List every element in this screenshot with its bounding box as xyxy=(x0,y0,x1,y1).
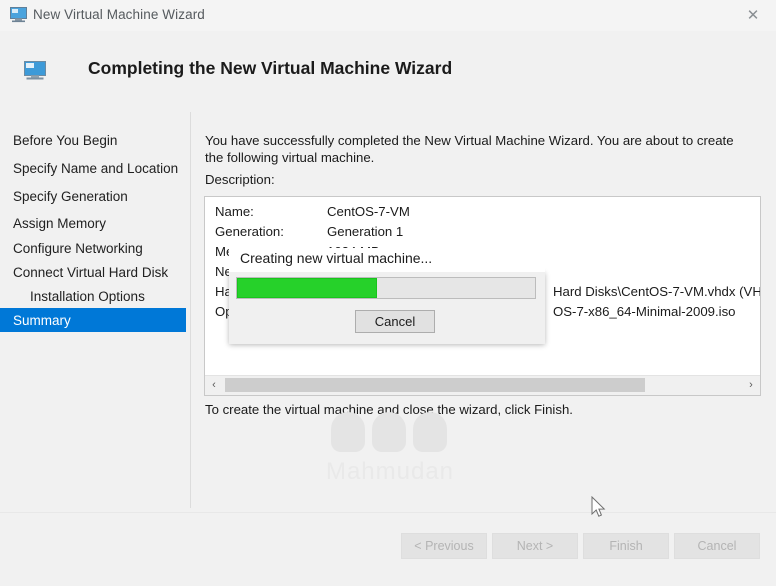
dialog-title: Creating new virtual machine... xyxy=(240,250,432,266)
progress-bar xyxy=(236,277,536,299)
previous-button[interactable]: < Previous xyxy=(401,533,487,559)
virtual-machine-icon xyxy=(10,7,27,23)
next-button[interactable]: Next > xyxy=(492,533,578,559)
desc-row-name: Name: CentOS-7-VM xyxy=(205,203,760,223)
finish-button[interactable]: Finish xyxy=(583,533,669,559)
wizard-step-list: Before You Begin Specify Name and Locati… xyxy=(0,110,190,510)
description-label: Description: xyxy=(205,172,275,187)
sidebar-item-summary[interactable]: Summary xyxy=(0,308,186,332)
title-bar: New Virtual Machine Wizard ✕ xyxy=(0,0,776,31)
window-title: New Virtual Machine Wizard xyxy=(33,7,205,22)
virtual-machine-icon xyxy=(24,61,46,80)
desc-value: CentOS-7-VM xyxy=(327,204,410,219)
scrollbar-thumb[interactable] xyxy=(225,378,645,392)
wizard-window: New Virtual Machine Wizard ✕ Completing … xyxy=(0,0,776,585)
horizontal-scrollbar[interactable]: ‹ › xyxy=(205,375,760,395)
scroll-right-icon[interactable]: › xyxy=(742,376,760,394)
close-icon[interactable]: ✕ xyxy=(730,0,776,31)
desc-value: Hard Disks\CentOS-7-VM.vhdx (VHDX, d xyxy=(553,284,761,299)
desc-value: Generation 1 xyxy=(327,224,403,239)
intro-text: You have successfully completed the New … xyxy=(205,132,746,166)
dialog-title-bar: Creating new virtual machine... xyxy=(229,248,545,272)
sidebar-item-assign-memory[interactable]: Assign Memory xyxy=(0,211,186,235)
sidebar-item-installation-options[interactable]: Installation Options xyxy=(0,284,186,308)
sidebar-item-specify-generation[interactable]: Specify Generation xyxy=(0,184,186,208)
creating-vm-dialog: Creating new virtual machine... Cancel xyxy=(229,272,545,344)
sidebar-item-connect-virtual-hard-disk[interactable]: Connect Virtual Hard Disk xyxy=(0,260,186,284)
desc-value: OS-7-x86_64-Minimal-2009.iso xyxy=(553,304,736,319)
wizard-header: Completing the New Virtual Machine Wizar… xyxy=(0,31,776,110)
dialog-cancel-button[interactable]: Cancel xyxy=(355,310,435,333)
wizard-button-bar: < Previous Next > Finish Cancel xyxy=(0,512,776,586)
progress-bar-fill xyxy=(237,278,377,298)
sidebar-item-specify-name-location[interactable]: Specify Name and Location xyxy=(0,156,186,180)
desc-row-generation: Generation: Generation 1 xyxy=(205,223,760,243)
desc-key: Name: xyxy=(215,204,254,219)
sidebar-item-before-you-begin[interactable]: Before You Begin xyxy=(0,128,186,152)
cancel-button[interactable]: Cancel xyxy=(674,533,760,559)
scroll-left-icon[interactable]: ‹ xyxy=(205,376,223,394)
desc-key: Generation: xyxy=(215,224,284,239)
page-title: Completing the New Virtual Machine Wizar… xyxy=(88,58,452,79)
finish-hint-text: To create the virtual machine and close … xyxy=(205,402,573,417)
sidebar-item-configure-networking[interactable]: Configure Networking xyxy=(0,236,186,260)
